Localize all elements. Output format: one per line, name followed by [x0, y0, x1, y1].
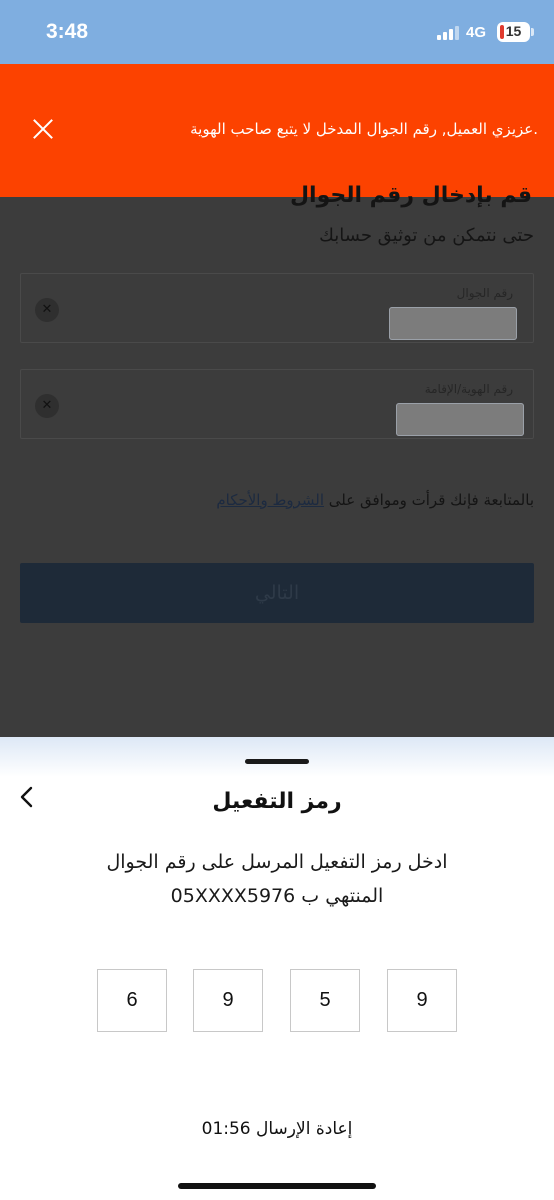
- otp-digit-input[interactable]: 6: [97, 969, 167, 1032]
- form-subtitle: حتى نتمكن من توثيق حسابك: [319, 225, 534, 246]
- field-label: رقم الجوال: [456, 286, 513, 300]
- status-bar: 3:48 4G 15: [0, 0, 554, 64]
- otp-digit-input[interactable]: 5: [290, 969, 360, 1032]
- clear-icon[interactable]: ✕: [35, 298, 59, 322]
- alert-message: .عزيزي العميل, رقم الجوال المدخل لا يتبع…: [190, 120, 538, 138]
- battery-icon: 15: [497, 22, 530, 42]
- page-heading-obscured: قم بإدخال رقم الجوال: [289, 183, 532, 208]
- signal-icon: [437, 26, 459, 40]
- terms-prefix: بالمتابعة فإنك قرأت وموافق على: [328, 491, 534, 509]
- status-time: 3:48: [46, 20, 89, 43]
- close-icon[interactable]: [32, 118, 54, 140]
- battery-level: 15: [505, 23, 522, 39]
- sheet-title: رمز التفعيل: [212, 789, 342, 814]
- terms-text: بالمتابعة فإنك قرأت وموافق على الشروط وا…: [216, 491, 534, 509]
- network-type: 4G: [466, 24, 487, 41]
- otp-digit-input[interactable]: 9: [387, 969, 457, 1032]
- resend-timer[interactable]: إعادة الإرسال 01:56: [0, 1119, 554, 1139]
- redacted-value: [396, 403, 524, 436]
- id-number-field[interactable]: رقم الهوية/الإقامة ✕: [20, 369, 534, 439]
- mobile-number-field[interactable]: رقم الجوال ✕: [20, 273, 534, 343]
- field-label: رقم الهوية/الإقامة: [424, 382, 513, 396]
- next-button[interactable]: التالي: [20, 563, 534, 623]
- sheet-description: ادخل رمز التفعيل المرسل على رقم الجوال: [106, 851, 448, 873]
- otp-digit-input[interactable]: 9: [193, 969, 263, 1032]
- error-alert-banner: .عزيزي العميل, رقم الجوال المدخل لا يتبع…: [0, 64, 554, 197]
- clear-icon[interactable]: ✕: [35, 394, 59, 418]
- background-form: قم بإدخال رقم الجوال حتى نتمكن من توثيق …: [0, 183, 554, 737]
- activation-code-sheet: رمز التفعيل ادخل رمز التفعيل المرسل على …: [0, 737, 554, 1200]
- terms-link[interactable]: الشروط والأحكام: [216, 491, 324, 509]
- sheet-description-phone: المنتهي ب 05XXXX5976: [170, 885, 384, 907]
- home-indicator: [178, 1183, 376, 1189]
- redacted-value: [389, 307, 517, 340]
- sheet-handle[interactable]: [245, 759, 309, 764]
